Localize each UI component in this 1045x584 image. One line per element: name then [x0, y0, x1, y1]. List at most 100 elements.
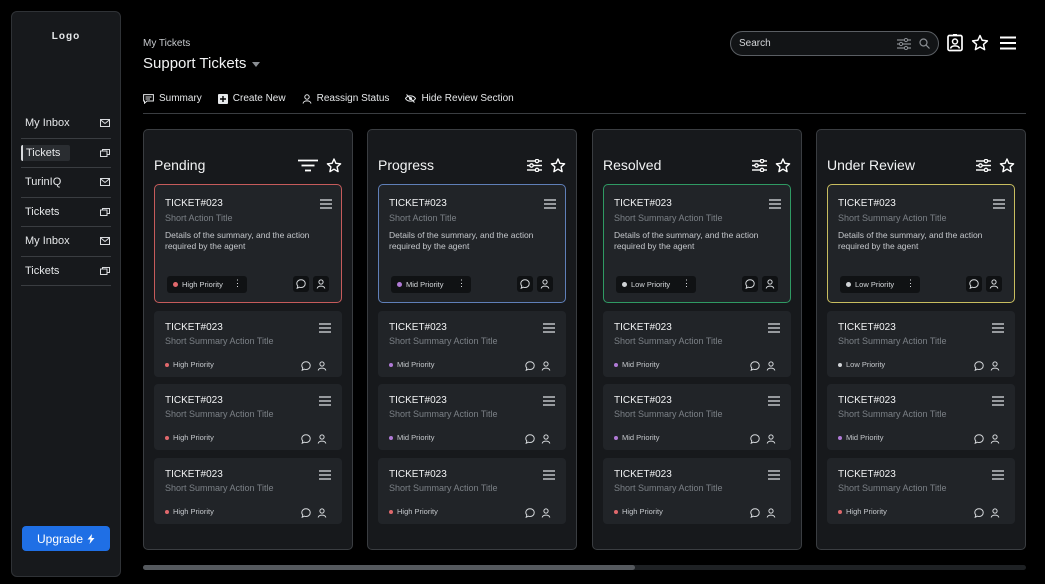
chat-icon[interactable]	[750, 431, 760, 449]
comment-button[interactable]	[966, 276, 982, 292]
ticket-card[interactable]: TICKET#023 Short Summary Action Title Mid …	[827, 384, 1015, 450]
hamburger-menu-icon[interactable]	[319, 320, 331, 338]
comment-button[interactable]	[742, 276, 758, 292]
priority-dropdown[interactable]: High Priority ⋮	[167, 276, 247, 293]
ticket-card[interactable]: TICKET#023 Short Summary Action Title High…	[154, 311, 342, 377]
sidebar-item-tickets[interactable]: Tickets	[21, 139, 111, 168]
star-icon[interactable]	[775, 157, 791, 173]
ticket-card[interactable]: TICKET#023 Short Summary Action Title Mid …	[378, 311, 566, 377]
star-icon[interactable]	[999, 157, 1015, 173]
chat-icon[interactable]	[974, 505, 984, 523]
user-icon[interactable]	[541, 505, 551, 523]
chat-icon[interactable]	[301, 358, 311, 376]
kebab-menu-icon[interactable]: ⋮	[906, 278, 915, 289]
hamburger-menu-icon[interactable]	[543, 467, 555, 485]
hamburger-menu-icon[interactable]	[543, 393, 555, 411]
chat-icon[interactable]	[974, 431, 984, 449]
filter-icon[interactable]	[752, 158, 767, 172]
assign-user-button[interactable]	[313, 276, 329, 292]
ticket-card[interactable]: TICKET#023 Short Summary Action Title Low …	[827, 311, 1015, 377]
reassign-status-button[interactable]: Reassign Status	[302, 93, 389, 104]
chat-icon[interactable]	[750, 505, 760, 523]
featured-ticket-card[interactable]: TICKET#023 Short Action Title Details of t…	[378, 184, 566, 303]
ticket-card[interactable]: TICKET#023 Short Summary Action Title High…	[827, 458, 1015, 524]
comment-button[interactable]	[517, 276, 533, 292]
assign-user-button[interactable]	[986, 276, 1002, 292]
assign-user-button[interactable]	[762, 276, 778, 292]
hamburger-menu-icon[interactable]	[992, 393, 1004, 411]
hamburger-menu-icon[interactable]	[999, 34, 1017, 52]
chat-icon[interactable]	[525, 505, 535, 523]
hamburger-menu-icon[interactable]	[992, 467, 1004, 485]
contact-card-icon[interactable]	[946, 34, 964, 52]
comment-button[interactable]	[293, 276, 309, 292]
star-icon[interactable]	[971, 34, 989, 52]
user-icon[interactable]	[317, 505, 327, 523]
hamburger-menu-icon[interactable]	[543, 320, 555, 338]
hide-review-button[interactable]: Hide Review Section	[405, 93, 514, 104]
user-icon[interactable]	[317, 358, 327, 376]
filter-icon[interactable]	[527, 158, 542, 172]
scrollbar-thumb[interactable]	[143, 565, 635, 570]
summary-button[interactable]: Summary	[143, 93, 202, 104]
hamburger-menu-icon[interactable]	[768, 467, 780, 485]
hamburger-menu-icon[interactable]	[768, 393, 780, 411]
featured-ticket-card[interactable]: TICKET#023 Short Summary Action Title Deta…	[827, 184, 1015, 303]
user-icon[interactable]	[766, 358, 776, 376]
star-icon[interactable]	[550, 157, 566, 173]
filter-icon[interactable]	[897, 37, 911, 50]
sidebar-item-turiniq[interactable]: TurinIQ	[21, 168, 111, 198]
kebab-menu-icon[interactable]: ⋮	[457, 278, 466, 289]
featured-ticket-card[interactable]: TICKET#023 Short Summary Action Title Deta…	[603, 184, 791, 303]
star-icon[interactable]	[326, 157, 342, 173]
search-icon[interactable]	[919, 38, 930, 49]
user-icon[interactable]	[990, 431, 1000, 449]
ticket-card[interactable]: TICKET#023 Short Summary Action Title Mid …	[603, 311, 791, 377]
search-input[interactable]	[739, 38, 897, 49]
priority-dropdown[interactable]: Low Priority ⋮	[840, 276, 920, 293]
create-new-button[interactable]: Create New	[217, 93, 286, 104]
user-icon[interactable]	[990, 505, 1000, 523]
chat-icon[interactable]	[974, 358, 984, 376]
user-icon[interactable]	[541, 358, 551, 376]
hamburger-menu-icon[interactable]	[993, 196, 1005, 214]
kebab-menu-icon[interactable]: ⋮	[233, 278, 242, 289]
user-icon[interactable]	[766, 431, 776, 449]
upgrade-button[interactable]: Upgrade	[22, 526, 110, 551]
chat-icon[interactable]	[301, 505, 311, 523]
sidebar-item-tickets-2[interactable]: Tickets	[21, 198, 111, 227]
priority-dropdown[interactable]: Low Priority ⋮	[616, 276, 696, 293]
chat-icon[interactable]	[301, 431, 311, 449]
user-icon[interactable]	[317, 431, 327, 449]
hamburger-menu-icon[interactable]	[319, 467, 331, 485]
hamburger-menu-icon[interactable]	[992, 320, 1004, 338]
sidebar-item-my-inbox-2[interactable]: My Inbox	[21, 227, 111, 257]
priority-dropdown[interactable]: Mid Priority ⋮	[391, 276, 471, 293]
sidebar-item-tickets-3[interactable]: Tickets	[21, 257, 111, 286]
horizontal-scrollbar[interactable]	[143, 565, 1026, 570]
ticket-card[interactable]: TICKET#023 Short Summary Action Title Mid …	[603, 384, 791, 450]
hamburger-menu-icon[interactable]	[320, 196, 332, 214]
hamburger-menu-icon[interactable]	[319, 393, 331, 411]
user-icon[interactable]	[541, 431, 551, 449]
filter-icon[interactable]	[976, 158, 991, 172]
featured-ticket-card[interactable]: TICKET#023 Short Action Title Details of t…	[154, 184, 342, 303]
hamburger-menu-icon[interactable]	[768, 320, 780, 338]
kebab-menu-icon[interactable]: ⋮	[682, 278, 691, 289]
sort-icon[interactable]	[298, 159, 318, 172]
hamburger-menu-icon[interactable]	[544, 196, 556, 214]
sidebar-item-my-inbox[interactable]: My Inbox	[21, 109, 111, 139]
chat-icon[interactable]	[750, 358, 760, 376]
chat-icon[interactable]	[525, 431, 535, 449]
assign-user-button[interactable]	[537, 276, 553, 292]
ticket-card[interactable]: TICKET#023 Short Summary Action Title High…	[603, 458, 791, 524]
ticket-card[interactable]: TICKET#023 Short Summary Action Title High…	[154, 458, 342, 524]
user-icon[interactable]	[766, 505, 776, 523]
ticket-card[interactable]: TICKET#023 Short Summary Action Title Mid …	[378, 384, 566, 450]
chat-icon[interactable]	[525, 358, 535, 376]
ticket-card[interactable]: TICKET#023 Short Summary Action Title High…	[378, 458, 566, 524]
hamburger-menu-icon[interactable]	[769, 196, 781, 214]
page-title[interactable]: Support Tickets	[143, 55, 261, 72]
ticket-card[interactable]: TICKET#023 Short Summary Action Title High…	[154, 384, 342, 450]
user-icon[interactable]	[990, 358, 1000, 376]
